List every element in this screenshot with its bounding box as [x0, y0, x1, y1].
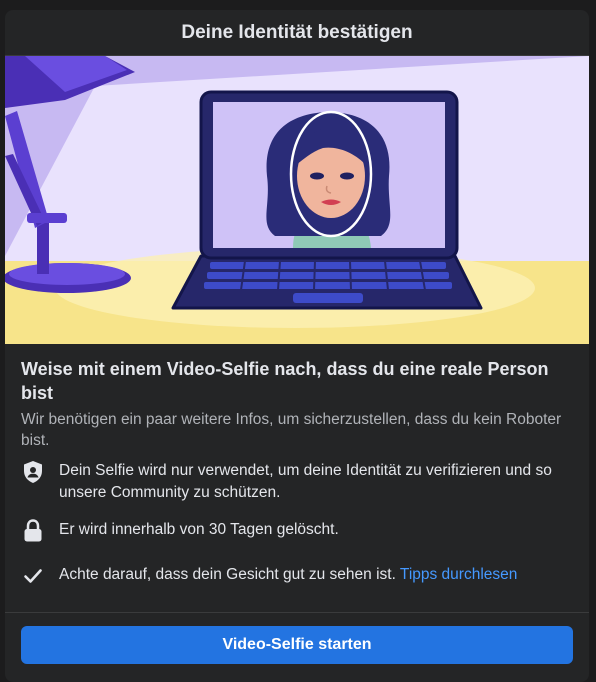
check-icon [21, 564, 45, 588]
shield-person-icon [21, 460, 45, 484]
dialog-header: Deine Identität bestätigen [5, 10, 589, 56]
list-item-visibility: Achte darauf, dass dein Gesicht gut zu s… [5, 564, 589, 588]
dialog-content: Weise mit einem Video-Selfie nach, dass … [5, 344, 589, 451]
dialog-title: Deine Identität bestätigen [181, 21, 413, 43]
selfie-illustration [5, 56, 589, 344]
page-title: Weise mit einem Video-Selfie nach, dass … [21, 359, 549, 403]
tips-link[interactable]: Tipps durchlesen [400, 566, 517, 583]
list-item-text: Dein Selfie wird nur verwendet, um deine… [59, 462, 552, 501]
start-video-selfie-label: Video-Selfie starten [222, 636, 372, 653]
list-item-text: Achte darauf, dass dein Gesicht gut zu s… [59, 566, 396, 583]
lock-icon [21, 519, 45, 543]
footer-divider [5, 612, 589, 613]
list-item-text: Er wird innerhalb von 30 Tagen gelöscht. [59, 521, 339, 538]
identity-verification-dialog: Deine Identität bestätigen Weise mit ein… [5, 10, 589, 682]
page-subtitle: Wir benötigen ein paar weitere Infos, um… [21, 411, 562, 449]
start-video-selfie-button[interactable]: Video-Selfie starten [21, 626, 573, 664]
list-item-privacy: Dein Selfie wird nur verwendet, um deine… [5, 460, 589, 504]
list-item-deletion: Er wird innerhalb von 30 Tagen gelöscht. [5, 519, 589, 543]
